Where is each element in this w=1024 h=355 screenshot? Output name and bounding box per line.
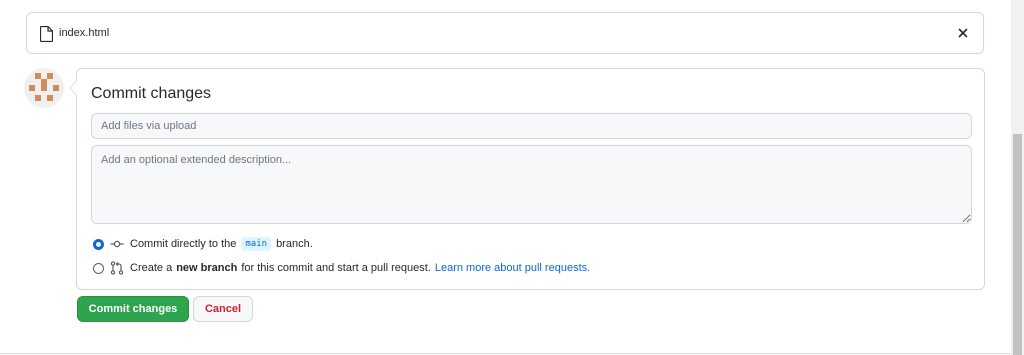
- file-row: index.html: [26, 12, 984, 54]
- new-branch-option[interactable]: Create a new branch for this commit and …: [93, 260, 590, 276]
- cancel-button[interactable]: Cancel: [193, 296, 253, 322]
- new-branch-radio[interactable]: [93, 262, 104, 274]
- git-commit-icon: [110, 237, 124, 251]
- scrollbar-thumb[interactable]: [1013, 134, 1022, 355]
- new-branch-bold: new branch: [176, 262, 238, 274]
- branch-name: main: [241, 237, 272, 251]
- commit-direct-text-after: branch.: [276, 238, 313, 250]
- new-branch-text-before: Create a: [130, 262, 173, 274]
- commit-direct-option[interactable]: Commit directly to the main branch.: [93, 236, 313, 252]
- avatar[interactable]: [24, 68, 64, 108]
- close-icon[interactable]: [955, 25, 971, 41]
- file-name: index.html: [59, 27, 110, 39]
- learn-more-link[interactable]: Learn more about pull requests.: [435, 262, 590, 274]
- commit-direct-radio[interactable]: [93, 238, 104, 250]
- commit-title: Commit changes: [91, 85, 212, 102]
- divider: [0, 353, 1011, 354]
- commit-changes-button[interactable]: Commit changes: [77, 296, 189, 322]
- commit-description-input[interactable]: [91, 145, 972, 224]
- commit-direct-text-before: Commit directly to the: [130, 238, 237, 250]
- file-icon: [39, 25, 54, 43]
- commit-changes-panel: Commit changes Commit directly to the ma…: [69, 68, 985, 290]
- new-branch-text-after: for this commit and start a pull request…: [241, 262, 431, 274]
- git-pull-request-icon: [110, 261, 124, 275]
- commit-summary-input[interactable]: [91, 113, 972, 139]
